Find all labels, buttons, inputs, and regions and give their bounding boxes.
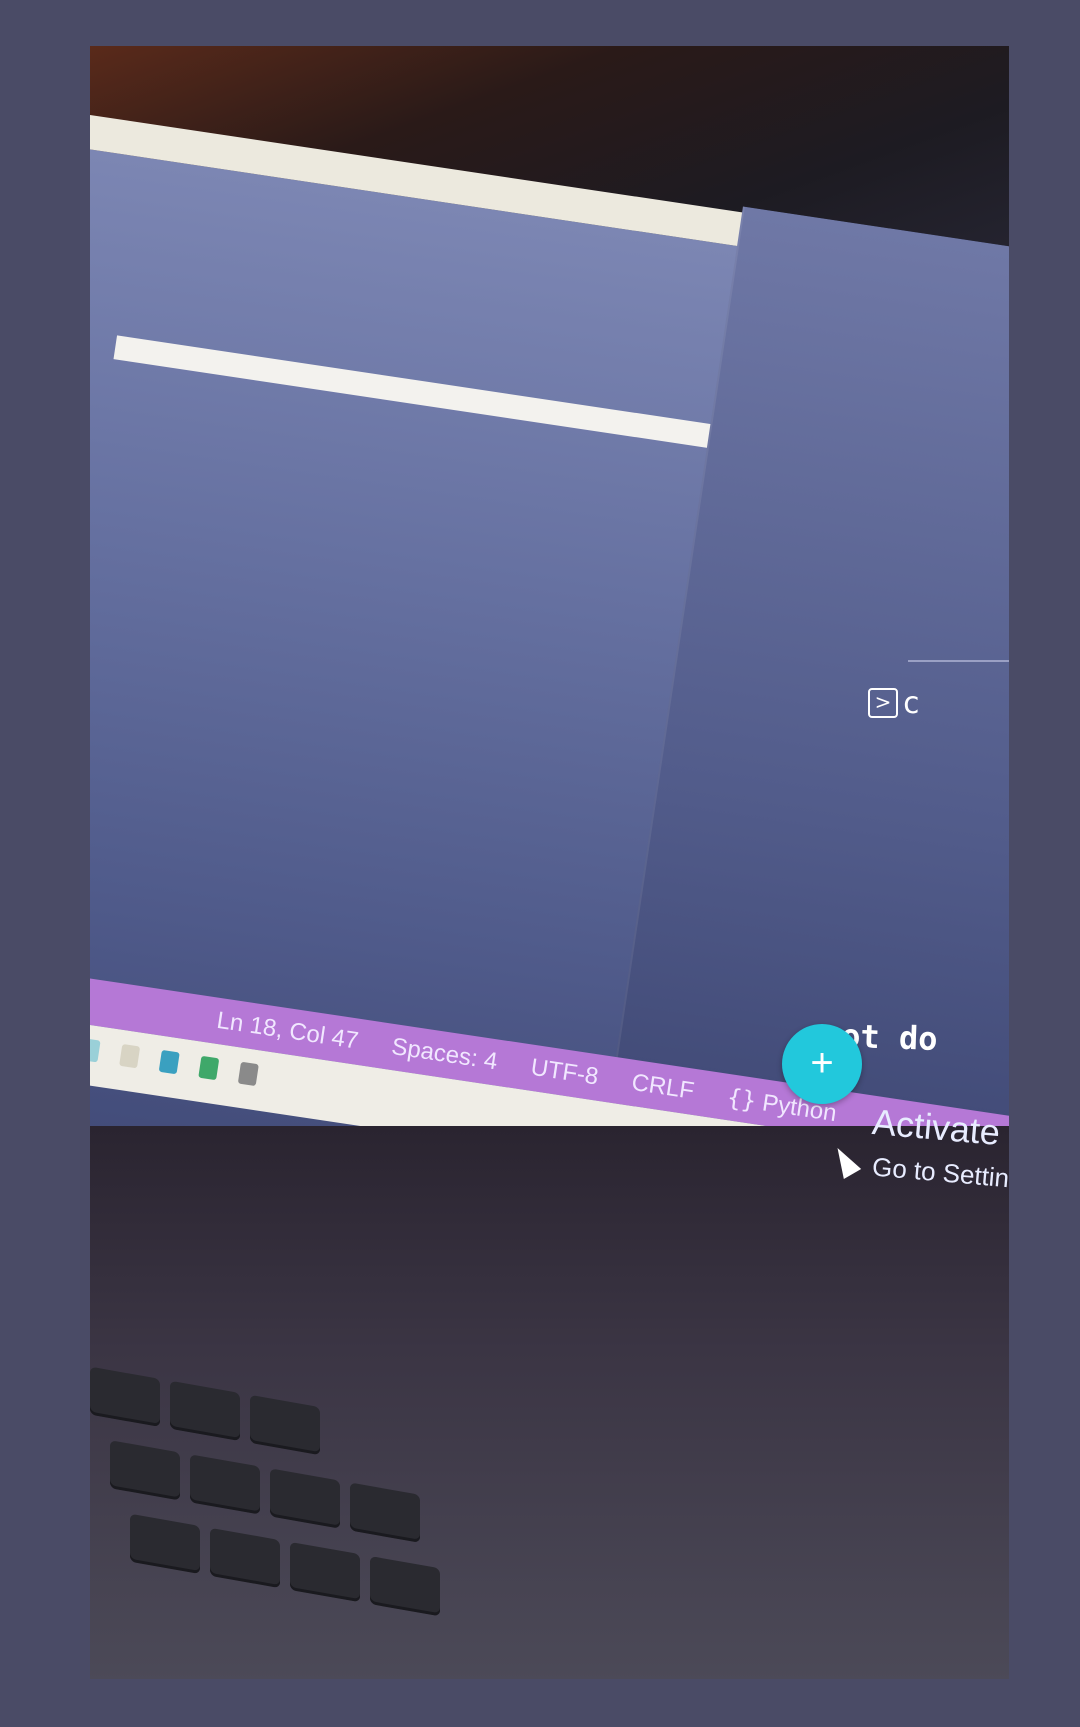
taskbar-app-icon[interactable] — [198, 1055, 220, 1081]
keyboard-key — [350, 1482, 420, 1543]
taskbar-app-icon[interactable] — [237, 1061, 259, 1087]
keyboard-key — [210, 1527, 280, 1589]
keyboard-key — [250, 1394, 320, 1456]
keyboard-key — [290, 1541, 360, 1603]
keyboard-key — [190, 1454, 260, 1515]
keyboard-key — [130, 1513, 200, 1575]
line-ending[interactable]: CRLF — [630, 1069, 696, 1106]
keyboard-key — [270, 1468, 340, 1529]
terminal-icon[interactable]: > — [868, 688, 898, 718]
keyboard-key — [170, 1380, 240, 1442]
taskbar-app-icon[interactable] — [158, 1049, 180, 1075]
file-encoding[interactable]: UTF-8 — [529, 1054, 600, 1092]
indentation[interactable]: Spaces: 4 — [390, 1033, 500, 1076]
photo-frame: × es Ln 18, Col 47 Spaces: 4 UTF-8 CRLF … — [90, 46, 1009, 1679]
taskbar-app-icon[interactable] — [90, 1038, 101, 1063]
add-button[interactable]: + — [782, 1024, 862, 1104]
keyboard-key — [90, 1366, 160, 1427]
keyboard-key — [110, 1440, 180, 1501]
taskbar-app-icon[interactable] — [119, 1043, 141, 1069]
panel-divider — [908, 660, 1009, 662]
keyboard-key — [370, 1556, 440, 1617]
braces-icon: {} — [725, 1082, 759, 1115]
terminal-label: c — [902, 686, 921, 721]
